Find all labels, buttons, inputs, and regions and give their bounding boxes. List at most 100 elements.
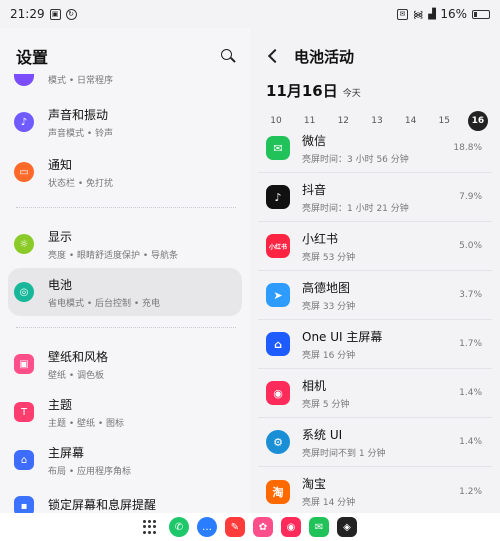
app-name: 系统 UI: [302, 427, 343, 442]
xiaohongshu-icon: 小红书: [266, 234, 290, 258]
app-battery-percent: 1.2%: [459, 486, 482, 497]
battery-activity-header: 电池活动: [250, 28, 500, 84]
settings-item-title: 壁纸和风格: [48, 349, 109, 364]
camera-icon: ◉: [266, 381, 290, 405]
battery-activity-pane: 电池活动 11月16日 今天 10 11 12 13 14 15 16 ✉ 微信…: [250, 28, 500, 513]
divider: [16, 207, 236, 208]
settings-item-sub: 主题 • 壁纸 • 图标: [48, 418, 125, 429]
settings-pane: 设置 模式 • 日常程序 ♪ 声音和振动 声音模式 • 铃声 ▭ 通知 状态栏 …: [0, 28, 250, 513]
app-row[interactable]: ⌂ One UI 主屏幕 亮屏 16 分钟 1.7%: [258, 320, 492, 369]
wifi-icon: ᯼: [412, 10, 424, 21]
app-battery-percent: 5.0%: [459, 241, 482, 251]
app-name: 相机: [302, 378, 327, 393]
system-ui-icon: ⚙: [266, 430, 290, 454]
app-screen-time: 亮屏 5 分钟: [302, 399, 350, 410]
app-battery-percent: 1.4%: [459, 437, 482, 447]
oneui-home-icon: ⌂: [266, 332, 290, 356]
app-row[interactable]: ◉ 相机 亮屏 5 分钟 1.4%: [258, 369, 492, 418]
settings-item-display[interactable]: ☼ 显示 亮度 • 眼睛舒适度保护 • 导航条: [8, 220, 242, 268]
settings-item-title: 电池: [48, 277, 73, 292]
app-row[interactable]: 淘 淘宝 亮屏 14 分钟 1.2%: [258, 467, 492, 513]
lock-icon: ▪: [14, 496, 34, 513]
app-screen-time: 亮屏 33 分钟: [302, 301, 356, 312]
app-battery-percent: 1.4%: [459, 388, 482, 398]
app-screen-time: 亮屏 14 分钟: [302, 498, 356, 508]
wallpaper-icon: ▣: [14, 354, 34, 374]
app-row[interactable]: ✉ 微信 亮屏时间：3 小时 56 分钟 18.8%: [258, 124, 492, 173]
date-sub-label: 今天: [342, 89, 361, 99]
settings-item-sound[interactable]: ♪ 声音和振动 声音模式 • 铃声: [8, 98, 242, 146]
settings-item-themes[interactable]: T 主题 主题 • 壁纸 • 图标: [8, 388, 242, 436]
camera-icon[interactable]: ◉: [281, 517, 301, 537]
app-row[interactable]: 小红书 小红书 亮屏 53 分钟 5.0%: [258, 222, 492, 271]
douyin-icon: ♪: [266, 185, 290, 209]
settings-item-notifications[interactable]: ▭ 通知 状态栏 • 免打扰: [8, 148, 242, 196]
settings-item-title: 主题: [48, 397, 73, 412]
settings-item-battery[interactable]: ◎ 电池 省电模式 • 后台控制 • 充电: [8, 268, 242, 316]
app-name: 淘宝: [302, 477, 327, 491]
settings-item-sub: 声音模式 • 铃声: [48, 128, 114, 139]
game-icon[interactable]: ◈: [337, 517, 357, 537]
amap-icon: ➤: [266, 283, 290, 307]
settings-item-title: 通知: [48, 157, 73, 172]
settings-item-title: 锁定屏幕和息屏提醒: [48, 498, 157, 512]
taobao-icon: 淘: [266, 479, 290, 504]
notes-icon[interactable]: ✎: [225, 517, 245, 537]
app-battery-percent: 1.7%: [459, 339, 482, 349]
theme-icon: T: [14, 402, 34, 422]
app-drawer-icon[interactable]: [143, 520, 157, 534]
app-usage-list: ✉ 微信 亮屏时间：3 小时 56 分钟 18.8% ♪ 抖音 亮屏时间：1 小…: [258, 124, 492, 513]
app-row[interactable]: ⚙ 系统 UI 亮屏时间不到 1 分钟 1.4%: [258, 418, 492, 467]
settings-item-title: 主屏幕: [48, 445, 85, 460]
settings-item-lock-screen[interactable]: ▪ 锁定屏幕和息屏提醒: [8, 484, 242, 513]
app-battery-percent: 18.8%: [453, 143, 482, 153]
app-name: One UI 主屏幕: [302, 329, 383, 344]
settings-item-home-screen[interactable]: ⌂ 主屏幕 布局 • 应用程序角标: [8, 436, 242, 484]
page-title: 电池活动: [294, 47, 355, 66]
settings-item-sub: 壁纸 • 调色板: [48, 370, 105, 381]
battery-icon: [472, 9, 490, 19]
settings-item-modes[interactable]: 模式 • 日常程序: [8, 64, 242, 94]
taskbar: ✆ … ✎ ✿ ◉ ✉ ◈: [0, 513, 500, 541]
settings-item-title: 声音和振动: [48, 107, 109, 122]
sync-notification-icon: ↻: [65, 8, 77, 20]
settings-item-sub: 省电模式 • 后台控制 • 充电: [48, 298, 161, 309]
phone-icon[interactable]: ✆: [169, 517, 189, 537]
signal-icon: ▟: [428, 8, 436, 20]
notification-icon: ▭: [14, 162, 34, 182]
wechat-icon[interactable]: ✉: [309, 517, 329, 537]
app-row[interactable]: ♪ 抖音 亮屏时间：1 小时 21 分钟 7.9%: [258, 173, 492, 222]
app-screen-time: 亮屏时间：1 小时 21 分钟: [302, 203, 409, 214]
messages-icon[interactable]: …: [197, 517, 217, 537]
app-name: 微信: [302, 133, 327, 148]
settings-item-sub: 模式 • 日常程序: [48, 76, 114, 86]
flower-icon[interactable]: ✿: [253, 517, 273, 537]
sound-icon: ♪: [14, 112, 34, 132]
home-icon: ⌂: [14, 450, 34, 470]
app-name: 高德地图: [302, 280, 351, 295]
app-row[interactable]: ➤ 高德地图 亮屏 33 分钟 3.7%: [258, 271, 492, 320]
app-screen-time: 亮屏时间：3 小时 56 分钟: [302, 154, 409, 165]
app-screen-time: 亮屏 16 分钟: [302, 350, 356, 361]
date-label: 11月16日: [266, 82, 338, 100]
settings-item-sub: 亮度 • 眼睛舒适度保护 • 导航条: [48, 250, 179, 261]
modes-icon: [14, 74, 34, 86]
app-screen-time: 亮屏 53 分钟: [302, 252, 356, 263]
settings-item-sub: 布局 • 应用程序角标: [48, 466, 132, 477]
battery-percent: 16%: [440, 7, 467, 21]
settings-item-sub: 状态栏 • 免打扰: [48, 178, 114, 189]
date-row: 11月16日 今天: [250, 80, 500, 101]
search-icon[interactable]: [220, 48, 236, 64]
settings-item-wallpaper[interactable]: ▣ 壁纸和风格 壁纸 • 调色板: [8, 340, 242, 388]
settings-item-title: 显示: [48, 229, 73, 244]
app-battery-percent: 3.7%: [459, 290, 482, 300]
gallery-notification-icon: ▣: [49, 8, 61, 20]
status-bar: 21:29 ▣ ↻ ✉ ᯼ ▟ 16%: [0, 0, 500, 28]
wechat-icon: ✉: [266, 136, 290, 160]
back-icon[interactable]: [266, 49, 280, 63]
app-name: 抖音: [302, 182, 327, 197]
display-icon: ☼: [14, 234, 34, 254]
app-name: 小红书: [302, 231, 339, 246]
divider: [16, 327, 236, 328]
app-battery-percent: 7.9%: [459, 192, 482, 202]
